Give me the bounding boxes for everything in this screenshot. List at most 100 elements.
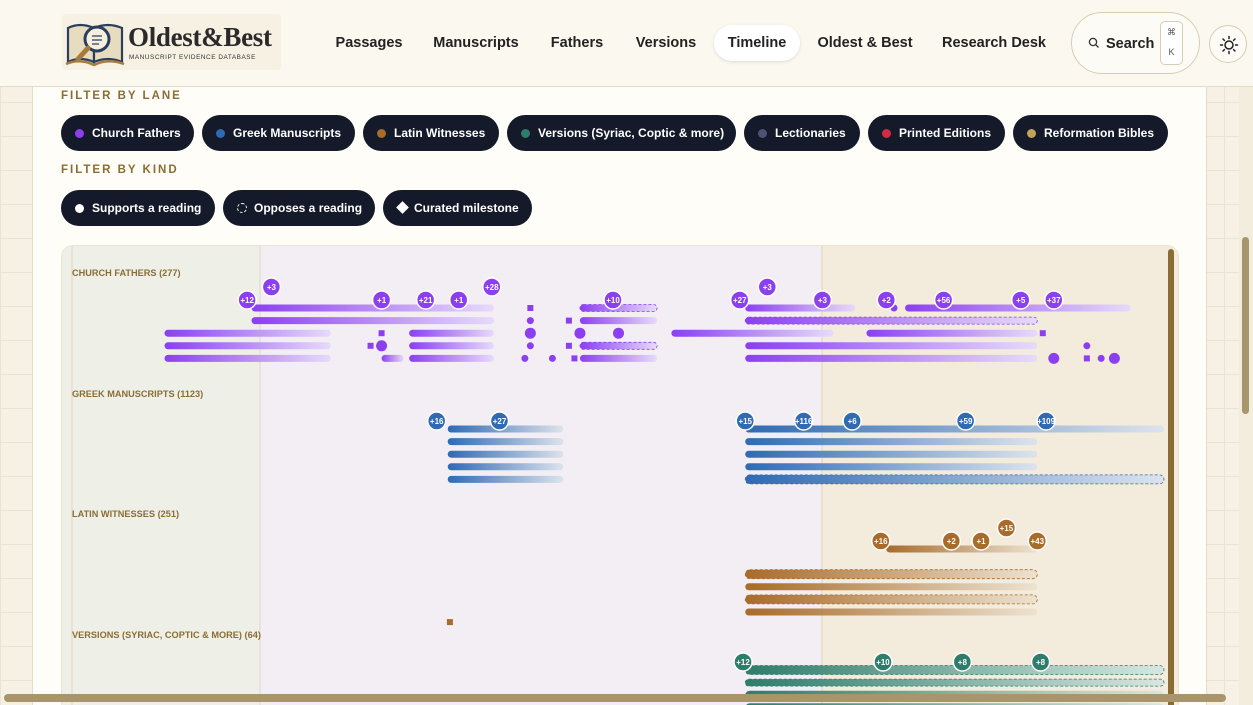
timeline-chart[interactable]: CHURCH FATHERS (277) +12 +3 +1 +21 +1 +28 +10 +2…: [61, 245, 1179, 705]
supporting-span-bar[interactable]: [447, 450, 564, 458]
supporting-span-bar[interactable]: [886, 545, 1038, 553]
lane-chip-lectionaries[interactable]: Lectionaries: [744, 115, 860, 151]
nav-timeline[interactable]: Timeline: [714, 25, 800, 61]
nav-manuscripts[interactable]: Manuscripts: [420, 25, 532, 61]
lane-chip-church-fathers[interactable]: Church Fathers: [61, 115, 194, 151]
nav-fathers[interactable]: Fathers: [538, 25, 616, 61]
supporting-span-bar[interactable]: [164, 342, 331, 350]
lane-chip-greek-manuscripts[interactable]: Greek Manuscripts: [202, 115, 355, 151]
evidence-dot[interactable]: [1097, 354, 1105, 362]
nav-passages[interactable]: Passages: [320, 25, 418, 61]
supporting-span-bar[interactable]: [745, 583, 1038, 591]
nav-oldest-best[interactable]: Oldest & Best: [806, 25, 924, 61]
opposing-span-bar[interactable]: [744, 569, 1038, 580]
milestone-marker[interactable]: [1083, 355, 1090, 362]
supporting-span-bar[interactable]: [579, 317, 658, 325]
search-button[interactable]: Search ⌘ K: [1071, 12, 1200, 74]
supporting-span-bar[interactable]: [381, 354, 404, 362]
supporting-span-bar[interactable]: [671, 329, 834, 337]
milestone-marker[interactable]: [527, 305, 534, 311]
supporting-span-bar[interactable]: [164, 354, 331, 362]
supporting-span-bar[interactable]: [745, 463, 1038, 471]
lane-chip-printed-editions[interactable]: Printed Editions: [868, 115, 1005, 151]
kind-chip-supports[interactable]: Supports a reading: [61, 190, 215, 226]
cluster-badge-count: +59: [959, 417, 973, 426]
lane-label: VERSIONS (SYRIAC, COPTIC & MORE) (64): [72, 630, 261, 640]
vertical-scrollbar[interactable]: [1242, 237, 1249, 414]
evidence-dot[interactable]: [1083, 342, 1091, 350]
cluster-badge-count: +3: [267, 283, 277, 292]
lane-chip-latin-witnesses[interactable]: Latin Witnesses: [363, 115, 499, 151]
milestone-marker[interactable]: [367, 342, 374, 349]
evidence-dot[interactable]: [1048, 352, 1060, 364]
cluster-badge-count: +15: [738, 417, 752, 426]
nav-research-desk[interactable]: Research Desk: [930, 25, 1058, 61]
milestone-marker[interactable]: [571, 355, 578, 362]
opposing-span-bar[interactable]: [744, 678, 1165, 687]
supporting-span-bar[interactable]: [447, 463, 564, 471]
evidence-dot[interactable]: [524, 327, 536, 339]
chip-label: Church Fathers: [92, 126, 181, 140]
supporting-span-bar[interactable]: [745, 304, 856, 312]
evidence-dot[interactable]: [1108, 352, 1120, 364]
supporting-span-bar[interactable]: [409, 342, 494, 350]
supporting-span-bar[interactable]: [745, 438, 1038, 446]
supporting-span-bar[interactable]: [745, 342, 1038, 350]
cluster-badge-count: +8: [1036, 658, 1046, 667]
supporting-span-bar[interactable]: [447, 475, 564, 483]
supporting-span-bar[interactable]: [447, 438, 564, 446]
supporting-span-bar[interactable]: [251, 317, 494, 325]
search-label: Search: [1106, 36, 1155, 52]
chip-label: Reformation Bibles: [1044, 126, 1155, 140]
supporting-span-bar[interactable]: [409, 329, 494, 337]
shortcut-k-key: K: [1168, 47, 1175, 57]
shortcut-command-key: ⌘: [1167, 27, 1176, 37]
milestone-marker[interactable]: [1039, 330, 1046, 337]
evidence-dot[interactable]: [376, 340, 388, 352]
nav-versions[interactable]: Versions: [622, 25, 710, 61]
evidence-dot[interactable]: [613, 327, 625, 339]
filter-by-lane-label: FILTER BY LANE: [61, 90, 182, 102]
supporting-span-bar[interactable]: [745, 450, 1038, 458]
supporting-span-bar[interactable]: [745, 354, 1038, 362]
sun-icon: [1219, 35, 1239, 55]
cluster-badge-count: +5: [1016, 296, 1026, 305]
lane-label: GREEK MANUSCRIPTS (1123): [72, 389, 203, 399]
milestone-marker[interactable]: [565, 317, 572, 324]
evidence-dot[interactable]: [526, 342, 534, 350]
logo[interactable]: Oldest&Best MANUSCRIPT EVIDENCE DATABASE: [62, 14, 281, 70]
supporting-span-bar[interactable]: [745, 608, 1038, 616]
milestone-marker[interactable]: [565, 342, 572, 349]
lane-color-dot: [1027, 129, 1036, 138]
opposing-span-bar[interactable]: [744, 474, 1165, 485]
evidence-dot[interactable]: [574, 327, 586, 339]
lane-color-dot: [75, 129, 84, 138]
logo-subtitle: MANUSCRIPT EVIDENCE DATABASE: [129, 54, 256, 61]
site-header: Oldest&Best MANUSCRIPT EVIDENCE DATABASE…: [0, 0, 1253, 87]
lane-chip-versions[interactable]: Versions (Syriac, Coptic & more): [507, 115, 736, 151]
evidence-dot[interactable]: [548, 354, 556, 362]
lane-chip-reformation-bibles[interactable]: Reformation Bibles: [1013, 115, 1168, 151]
cluster-badge-count: +21: [419, 296, 433, 305]
kind-chip-milestone[interactable]: Curated milestone: [383, 190, 532, 226]
opposing-span-bar[interactable]: [744, 594, 1038, 605]
evidence-dot[interactable]: [526, 317, 534, 325]
supporting-span-bar[interactable]: [579, 354, 658, 362]
theme-toggle-button[interactable]: [1209, 25, 1247, 63]
evidence-dot[interactable]: [521, 354, 529, 362]
milestone-marker[interactable]: [446, 619, 453, 626]
dashed-circle-icon: [237, 203, 247, 213]
horizontal-scrollbar[interactable]: [4, 694, 1226, 702]
supporting-span-bar[interactable]: [866, 329, 1038, 337]
supporting-span-bar[interactable]: [409, 354, 494, 362]
filter-by-kind-label: FILTER BY KIND: [61, 164, 179, 176]
timeline-canvas: CHURCH FATHERS (277) +12 +3 +1 +21 +1 +28 +10 +2…: [62, 246, 1178, 705]
lane-color-dot: [521, 129, 530, 138]
cluster-badge-count: +3: [818, 296, 828, 305]
cluster-badge-count: +28: [485, 283, 499, 292]
opposing-span-bar[interactable]: [744, 316, 1038, 325]
opposing-span-bar[interactable]: [579, 341, 658, 350]
milestone-marker[interactable]: [378, 330, 385, 337]
kind-chip-opposes[interactable]: Opposes a reading: [223, 190, 375, 226]
supporting-span-bar[interactable]: [164, 329, 331, 337]
